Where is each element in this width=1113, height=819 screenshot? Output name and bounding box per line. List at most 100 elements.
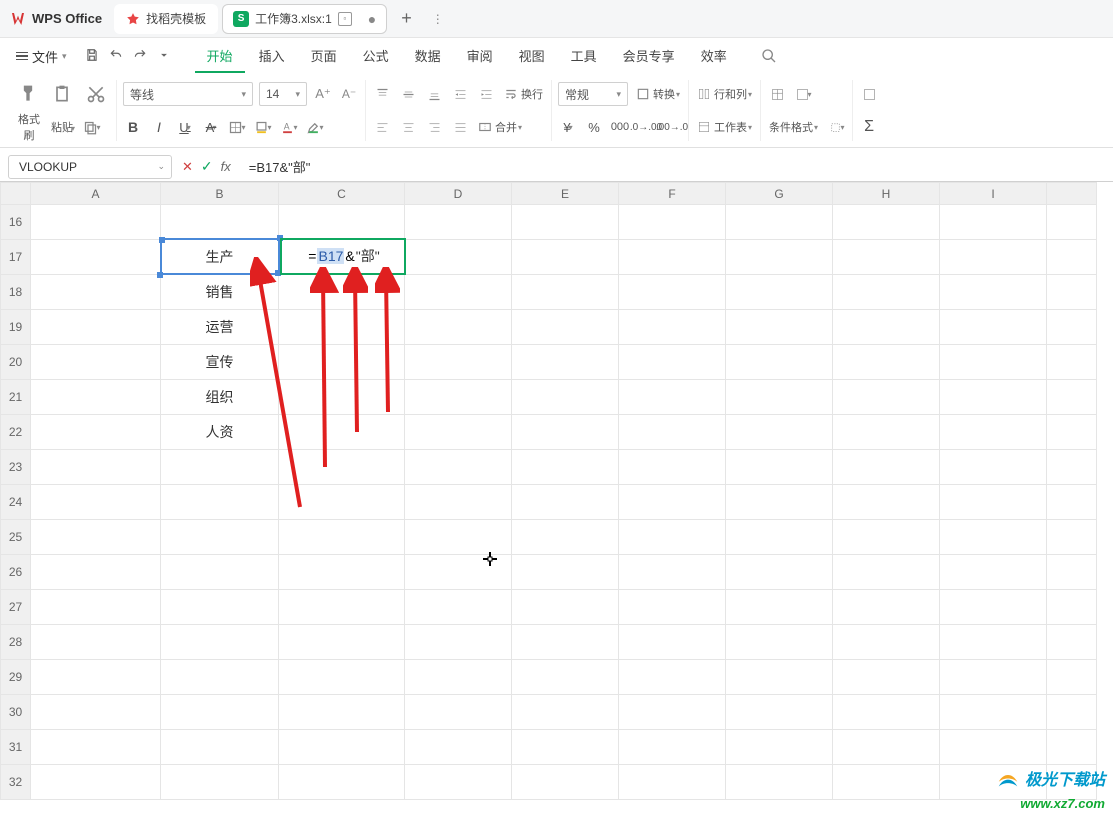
strikethrough-icon[interactable]: A▾ — [201, 118, 221, 136]
tab-view[interactable]: 视图 — [507, 40, 557, 73]
cell[interactable] — [1047, 205, 1097, 240]
cell[interactable] — [1047, 380, 1097, 415]
cell[interactable] — [619, 625, 726, 660]
cell[interactable] — [726, 310, 833, 345]
col-header-C[interactable]: C — [279, 183, 405, 205]
cell[interactable] — [1047, 275, 1097, 310]
cell[interactable] — [161, 485, 279, 520]
cell[interactable] — [279, 275, 405, 310]
cell[interactable] — [161, 590, 279, 625]
cell[interactable] — [512, 695, 619, 730]
currency-icon[interactable]: ¥▾ — [558, 118, 578, 136]
tab-member[interactable]: 会员专享 — [611, 40, 687, 73]
cell[interactable] — [512, 380, 619, 415]
cell[interactable]: 组织 — [161, 380, 279, 415]
cell[interactable] — [512, 275, 619, 310]
merge-cells-button[interactable]: 合并▾ — [476, 115, 524, 139]
cell[interactable] — [940, 555, 1047, 590]
col-header-D[interactable]: D — [405, 183, 512, 205]
cell[interactable] — [405, 380, 512, 415]
fx-icon[interactable]: fx — [221, 159, 231, 174]
cell[interactable] — [726, 240, 833, 275]
cell[interactable] — [833, 625, 940, 660]
cell[interactable] — [940, 730, 1047, 765]
cell[interactable] — [619, 345, 726, 380]
formula-input[interactable]: =B17&"部" — [241, 157, 1113, 176]
format-painter-button[interactable] — [14, 82, 42, 106]
spreadsheet-grid[interactable]: A B C D E F G H I 1617生产18销售19运营20宣传21组织… — [0, 182, 1097, 800]
cell[interactable] — [726, 380, 833, 415]
tab-template[interactable]: 找稻壳模板 — [114, 4, 218, 34]
cell[interactable] — [31, 590, 161, 625]
cell[interactable] — [31, 765, 161, 800]
cell[interactable] — [619, 520, 726, 555]
cut-button[interactable] — [82, 82, 110, 106]
row-header[interactable]: 23 — [1, 450, 31, 485]
cell[interactable] — [161, 660, 279, 695]
col-header-A[interactable]: A — [31, 183, 161, 205]
tab-data[interactable]: 数据 — [403, 40, 453, 73]
indent-decrease-icon[interactable] — [450, 85, 470, 103]
cell[interactable]: 运营 — [161, 310, 279, 345]
row-header[interactable]: 19 — [1, 310, 31, 345]
cell[interactable] — [31, 205, 161, 240]
cell[interactable] — [619, 310, 726, 345]
cell[interactable] — [512, 555, 619, 590]
cell[interactable] — [512, 590, 619, 625]
cell[interactable] — [940, 520, 1047, 555]
cell[interactable] — [405, 485, 512, 520]
border-icon[interactable]: ▾ — [227, 118, 247, 136]
cell[interactable] — [279, 415, 405, 450]
cell[interactable] — [512, 730, 619, 765]
cell[interactable] — [1047, 450, 1097, 485]
cell[interactable] — [833, 310, 940, 345]
cell[interactable] — [726, 765, 833, 800]
cell[interactable] — [31, 275, 161, 310]
row-header[interactable]: 25 — [1, 520, 31, 555]
row-header[interactable]: 21 — [1, 380, 31, 415]
cell[interactable] — [405, 520, 512, 555]
cell[interactable] — [619, 660, 726, 695]
cell[interactable] — [833, 695, 940, 730]
cell[interactable] — [405, 415, 512, 450]
row-header[interactable]: 20 — [1, 345, 31, 380]
cell[interactable] — [512, 240, 619, 275]
cell[interactable] — [405, 590, 512, 625]
cell[interactable] — [940, 660, 1047, 695]
cell[interactable] — [619, 240, 726, 275]
cell[interactable] — [31, 450, 161, 485]
copy-icon[interactable]: ▾ — [82, 118, 102, 136]
cell[interactable] — [833, 205, 940, 240]
cell[interactable] — [161, 555, 279, 590]
row-header[interactable]: 24 — [1, 485, 31, 520]
cell[interactable] — [940, 485, 1047, 520]
row-header[interactable]: 18 — [1, 275, 31, 310]
cell-c17-content[interactable]: = B17 & "部" — [284, 240, 404, 272]
row-header[interactable]: 28 — [1, 625, 31, 660]
cell[interactable] — [833, 345, 940, 380]
cell[interactable] — [1047, 660, 1097, 695]
decimal-decrease-icon[interactable]: .00→.0 — [662, 118, 682, 136]
cell[interactable]: 宣传 — [161, 345, 279, 380]
align-center-icon[interactable] — [398, 118, 418, 136]
cell[interactable] — [512, 485, 619, 520]
cell[interactable] — [726, 625, 833, 660]
cell[interactable] — [405, 695, 512, 730]
cell[interactable] — [619, 415, 726, 450]
cell[interactable] — [279, 310, 405, 345]
align-left-icon[interactable] — [372, 118, 392, 136]
cell[interactable] — [1047, 310, 1097, 345]
cell[interactable] — [940, 695, 1047, 730]
row-header[interactable]: 27 — [1, 590, 31, 625]
cell[interactable] — [619, 275, 726, 310]
cell[interactable] — [31, 415, 161, 450]
cell[interactable] — [1047, 240, 1097, 275]
cell[interactable]: 生产 — [161, 240, 279, 275]
indent-increase-icon[interactable] — [476, 85, 496, 103]
convert-button[interactable]: 转换▾ — [634, 82, 682, 106]
cell[interactable] — [833, 660, 940, 695]
cell[interactable] — [405, 345, 512, 380]
cell[interactable] — [405, 275, 512, 310]
redo-icon[interactable] — [133, 48, 147, 65]
cell[interactable] — [31, 730, 161, 765]
